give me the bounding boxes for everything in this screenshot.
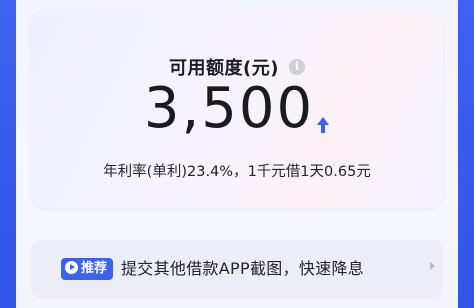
credit-title-row: 可用额度(元) i [31, 54, 443, 79]
chevron-right-icon [430, 262, 435, 270]
promo-text: 提交其他借款APP截图，快速降息 [121, 259, 365, 278]
up-arrow-icon [317, 117, 330, 133]
play-icon [65, 261, 78, 274]
promo-banner[interactable]: 推荐 提交其他借款APP截图，快速降息 [31, 240, 443, 298]
recommend-badge: 推荐 [61, 258, 114, 280]
credit-limit-card: 可用额度(元) i 3,500 年利率(单利)23.4%，1千元借1天0.65元 [31, 10, 443, 208]
credit-amount: 3,500 [143, 76, 315, 141]
rate-suffix: ，1千元借1天0.65元 [233, 164, 371, 180]
interest-rate-line: 年利率(单利)23.4%，1千元借1天0.65元 [31, 160, 443, 181]
page-background: 可用额度(元) i 3,500 年利率(单利)23.4%，1千元借1天0.65元 … [16, 0, 458, 308]
amount-row: 3,500 [31, 76, 443, 142]
recommend-badge-label: 推荐 [81, 261, 108, 276]
rate-prefix: 年利率(单利) [103, 164, 187, 180]
info-icon[interactable]: i [288, 59, 305, 75]
rate-value: 23.4% [187, 164, 234, 180]
